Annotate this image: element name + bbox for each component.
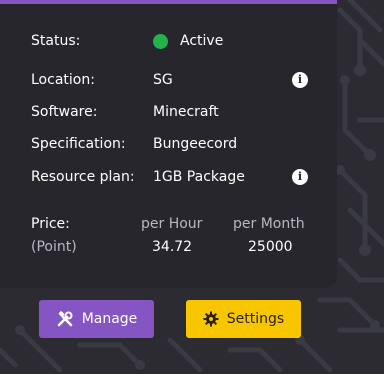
server-details-card: Status: Active Location: SG i Software: … [0, 0, 337, 288]
settings-button[interactable]: Settings [186, 300, 301, 338]
location-value: SG [153, 72, 173, 88]
status-value: Active [180, 33, 224, 49]
software-value: Minecraft [153, 104, 219, 120]
software-label: Software: [31, 104, 98, 120]
price-unit: (Point) [31, 239, 77, 255]
location-info-icon[interactable]: i [292, 72, 308, 88]
per-hour-label: per Hour [141, 216, 203, 232]
resource-plan-label: Resource plan: [31, 169, 135, 185]
card-accent-bar [0, 0, 337, 4]
gear-icon [203, 311, 219, 327]
specification-label: Specification: [31, 136, 126, 152]
status-dot-icon [153, 34, 168, 49]
resource-plan-value: 1GB Package [153, 169, 245, 185]
manage-button-label: Manage [81, 311, 138, 327]
per-month-value: 25000 [248, 239, 293, 255]
per-hour-value: 34.72 [152, 239, 193, 255]
status-label: Status: [31, 33, 81, 49]
price-label: Price: [31, 216, 70, 232]
tools-icon [57, 311, 73, 327]
settings-button-label: Settings [226, 311, 285, 327]
resource-plan-info-icon[interactable]: i [292, 169, 308, 185]
per-month-label: per Month [233, 216, 305, 232]
location-label: Location: [31, 72, 95, 88]
specification-value: Bungeecord [153, 136, 238, 152]
manage-button[interactable]: Manage [39, 300, 154, 338]
